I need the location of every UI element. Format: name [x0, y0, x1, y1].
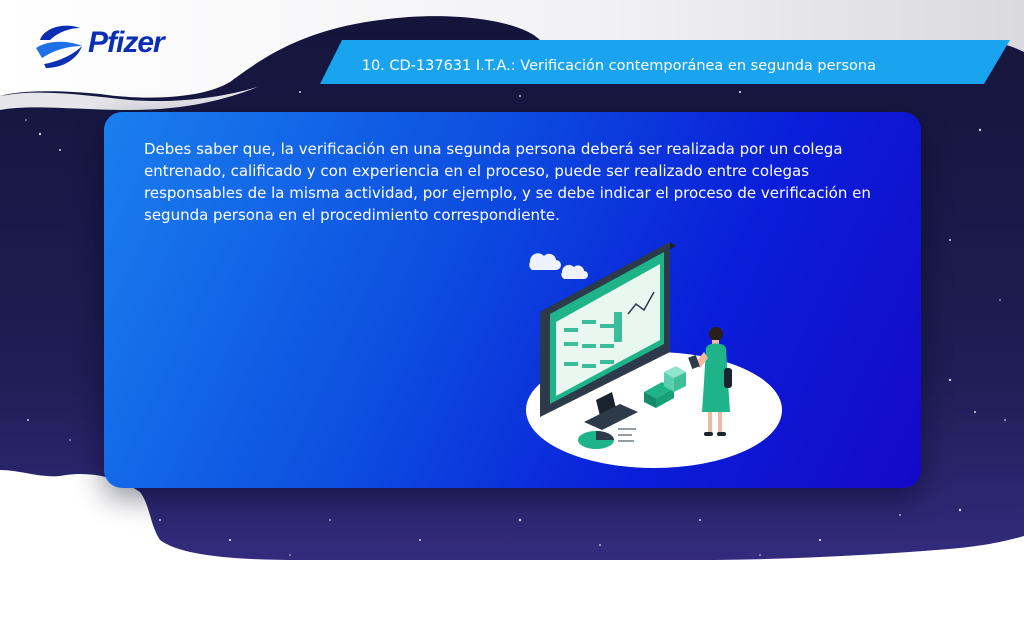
pfizer-logo-text: Pfizer — [88, 26, 165, 59]
cloud-icon — [529, 253, 588, 279]
page-title: 10. CD-137631 I.T.A.: Verificación conte… — [361, 58, 876, 74]
verification-illustration — [526, 242, 782, 468]
card-body-text: Debes saber que, la verificación en una … — [144, 140, 871, 224]
content-card: Debes saber que, la verificación en una … — [104, 112, 921, 488]
